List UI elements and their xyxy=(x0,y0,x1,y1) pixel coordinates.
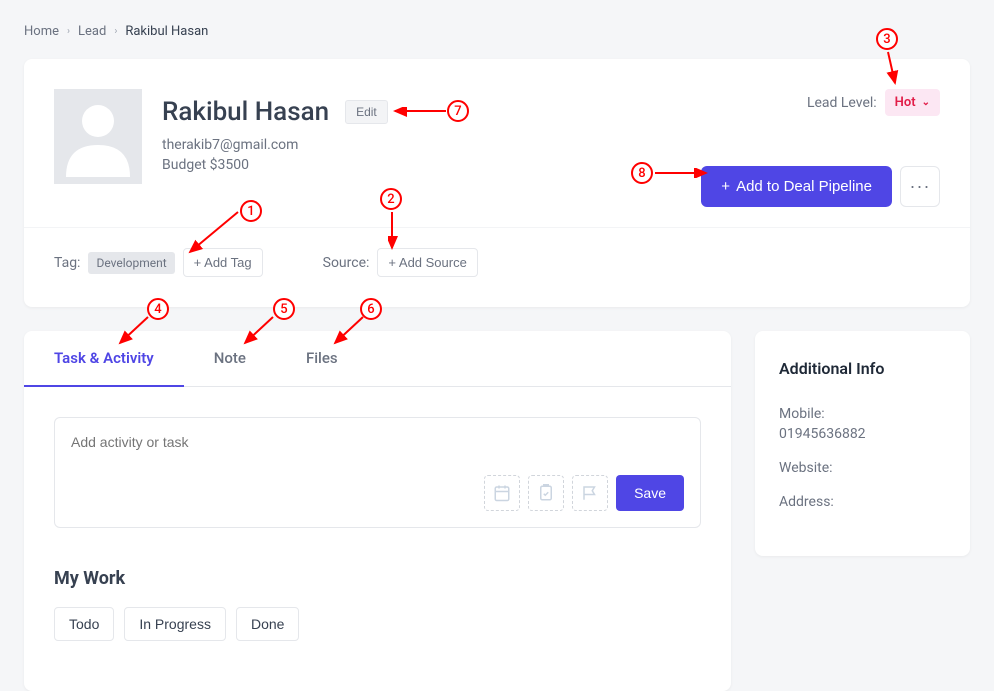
calendar-icon-button[interactable] xyxy=(484,475,520,511)
filter-todo[interactable]: Todo xyxy=(54,607,114,641)
filter-done[interactable]: Done xyxy=(236,607,299,641)
save-button[interactable]: Save xyxy=(616,475,684,511)
breadcrumb: Home › Lead › Rakibul Hasan xyxy=(24,24,970,39)
add-source-button[interactable]: + Add Source xyxy=(377,248,477,277)
plus-icon: + xyxy=(721,178,730,195)
lead-header-card: Rakibul Hasan Edit therakib7@gmail.com B… xyxy=(24,59,970,307)
breadcrumb-lead[interactable]: Lead xyxy=(78,24,106,39)
chevron-right-icon: › xyxy=(67,26,70,37)
website-label: Website: xyxy=(779,460,946,476)
add-tag-button[interactable]: + Add Tag xyxy=(183,248,263,277)
add-to-pipeline-button[interactable]: + Add to Deal Pipeline xyxy=(701,166,892,207)
lead-level-label: Lead Level: xyxy=(807,95,877,111)
add-pipeline-label: Add to Deal Pipeline xyxy=(736,178,872,195)
mobile-value: 01945636882 xyxy=(779,426,946,442)
source-label: Source: xyxy=(323,255,370,271)
avatar xyxy=(54,89,142,184)
my-work-title: My Work xyxy=(54,568,701,589)
edit-button[interactable]: Edit xyxy=(345,100,388,124)
breadcrumb-current: Rakibul Hasan xyxy=(125,24,208,39)
activity-input[interactable] xyxy=(71,434,684,450)
flag-icon-button[interactable] xyxy=(572,475,608,511)
tab-task-activity[interactable]: Task & Activity xyxy=(24,331,184,387)
additional-info-card: Additional Info Mobile: 01945636882 Webs… xyxy=(755,331,970,556)
more-options-button[interactable]: ··· xyxy=(900,166,940,207)
filter-in-progress[interactable]: In Progress xyxy=(124,607,226,641)
chevron-down-icon: ⌄ xyxy=(922,97,930,108)
tag-label: Tag: xyxy=(54,255,80,271)
lead-level-value: Hot xyxy=(895,95,916,110)
tabs-header: Task & Activity Note Files xyxy=(24,331,731,387)
chevron-right-icon: › xyxy=(114,26,117,37)
lead-level-dropdown[interactable]: Hot ⌄ xyxy=(885,89,940,116)
tab-note[interactable]: Note xyxy=(184,331,276,386)
address-label: Address: xyxy=(779,494,946,510)
tag-chip[interactable]: Development xyxy=(88,252,174,274)
profile-budget: Budget $3500 xyxy=(162,157,388,173)
mobile-label: Mobile: xyxy=(779,406,946,422)
profile-email: therakib7@gmail.com xyxy=(162,137,388,153)
tab-files[interactable]: Files xyxy=(276,331,368,386)
tabs-card: Task & Activity Note Files Save xyxy=(24,331,731,691)
breadcrumb-home[interactable]: Home xyxy=(24,24,59,39)
dots-icon: ··· xyxy=(910,176,931,197)
clipboard-icon-button[interactable] xyxy=(528,475,564,511)
additional-info-title: Additional Info xyxy=(779,359,946,378)
activity-input-box: Save xyxy=(54,417,701,528)
profile-name: Rakibul Hasan xyxy=(162,97,329,127)
